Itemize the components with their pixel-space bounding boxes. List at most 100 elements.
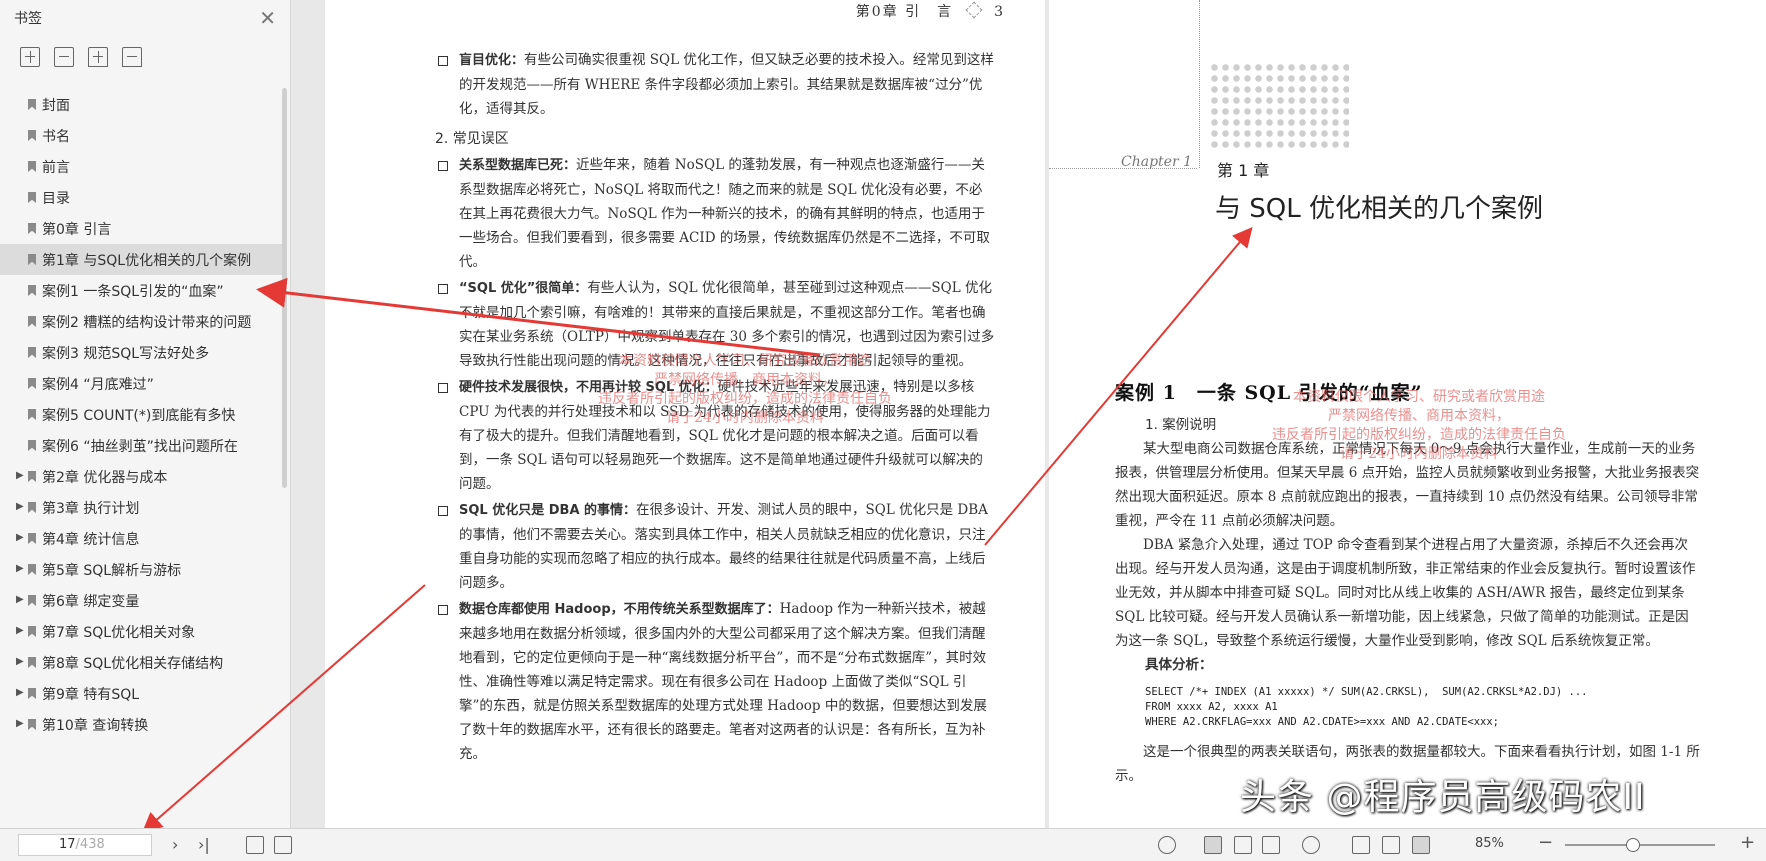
section-heading: 1. 案例说明 xyxy=(1145,417,1217,433)
chapter-title: 与 SQL 优化相关的几个案例 xyxy=(1215,194,1543,224)
bookmark-icon xyxy=(28,347,36,358)
section-heading: 2. 常见误区 xyxy=(435,131,509,147)
code-block: SELECT /*+ INDEX (A1 xxxxx) */ SUM(A2.CR… xyxy=(1145,686,1588,728)
sidebar-item[interactable]: 案例2 糟糕的结构设计带来的问题 xyxy=(0,306,282,337)
single-page-icon[interactable] xyxy=(1204,836,1222,854)
chapter-number: 第 1 章 xyxy=(1217,161,1270,180)
sidebar-item[interactable]: ▶ 第10章 查询转换 xyxy=(0,709,282,740)
sidebar-item-label: 第6章 绑定变量 xyxy=(42,593,140,610)
sidebar-item-label: 前言 xyxy=(42,159,70,176)
zoom-out-icon[interactable]: − xyxy=(1538,832,1553,853)
sidebar-item-label: 案例4 “月底难过” xyxy=(42,376,154,393)
list-item: 硬件技术发展很快，不用再计较 SQL 优化：硬件技术近些年来发展迅速，特别是以多… xyxy=(435,375,995,496)
back-icon[interactable] xyxy=(246,836,264,854)
sidebar-item[interactable]: 案例4 “月底难过” xyxy=(0,368,282,399)
item-heading: 盲目优化： xyxy=(459,53,525,68)
sidebar-item[interactable]: ▶ 第9章 特有SQL xyxy=(0,678,282,709)
bookmark-icon xyxy=(28,130,36,141)
expand-arrow-icon[interactable]: ▶ xyxy=(16,532,24,543)
expand-arrow-icon[interactable]: ▶ xyxy=(16,501,24,512)
zoom-slider-handle[interactable] xyxy=(1626,838,1640,852)
forward-icon[interactable] xyxy=(274,836,292,854)
bookmark-icon xyxy=(28,254,36,265)
paragraph: 某大型电商公司数据仓库系统，正常情况下每天 0～9 点会执行大量作业，生成前一天… xyxy=(1115,441,1700,529)
total-pages: /438 xyxy=(75,837,105,852)
sidebar-item[interactable]: 书名 xyxy=(0,120,282,151)
zoom-level[interactable]: 85% xyxy=(1475,836,1504,851)
status-bar: 17/438 › ›| 85% − + xyxy=(0,828,1766,861)
two-page-icon[interactable] xyxy=(1262,836,1280,854)
page-body: 1. 案例说明 某大型电商公司数据仓库系统，正常情况下每天 0～9 点会执行大量… xyxy=(1115,413,1700,788)
sidebar-item-label: 第8章 SQL优化相关存储结构 xyxy=(42,655,224,672)
bookmark-icon xyxy=(28,502,36,513)
expand-arrow-icon[interactable]: ▶ xyxy=(16,625,24,636)
sidebar-item-label: 第2章 优化器与成本 xyxy=(42,469,168,486)
bookmark-icon xyxy=(28,285,36,296)
current-page: 17 xyxy=(59,837,76,852)
continuous-icon[interactable] xyxy=(1234,836,1252,854)
sidebar-item[interactable]: ▶ 第3章 执行计划 xyxy=(0,492,282,523)
bookmark-icon xyxy=(28,161,36,172)
sidebar-item[interactable]: ▶ 第4章 统计信息 xyxy=(0,523,282,554)
bookmark-sidebar: 书签 ✕ 封面书名前言目录 第0章 引言 第1章 与SQL优化相关的几个案例 案例1 … xyxy=(0,0,291,828)
sidebar-item[interactable]: 目录 xyxy=(0,182,282,213)
sidebar-item-label: 封面 xyxy=(42,97,70,114)
sidebar-title: 书签 xyxy=(14,11,42,27)
sidebar-item[interactable]: ▶ 第8章 SQL优化相关存储结构 xyxy=(0,647,282,678)
sidebar-item[interactable]: 封面 xyxy=(0,89,282,120)
sidebar-item-label: 第10章 查询转换 xyxy=(42,717,149,734)
brand-watermark: 头条 @程序员高级码农II xyxy=(1240,777,1646,818)
sidebar-item[interactable]: 案例3 规范SQL写法好处多 xyxy=(0,337,282,368)
sidebar-item[interactable]: ▶ 第2章 优化器与成本 xyxy=(0,461,282,492)
expand-all-icon[interactable] xyxy=(20,47,40,67)
sidebar-item-label: 案例3 规范SQL写法好处多 xyxy=(42,345,210,362)
sidebar-item[interactable]: 第0章 引言 xyxy=(0,213,282,244)
sidebar-item[interactable]: 案例1 一条SQL引发的“血案” xyxy=(0,275,282,306)
fit-page-icon[interactable] xyxy=(1382,836,1400,854)
item-text: 有些公司确实很重视 SQL 优化工作，但又缺乏必要的技术投入。经常见到这样的开发… xyxy=(459,52,994,117)
play-icon[interactable] xyxy=(1302,836,1320,854)
sidebar-item[interactable]: ▶ 第5章 SQL解析与游标 xyxy=(0,554,282,585)
last-page-icon[interactable]: ›| xyxy=(198,835,210,854)
sidebar-item[interactable]: 第1章 与SQL优化相关的几个案例 xyxy=(0,244,282,275)
bookmark-icon xyxy=(28,626,36,637)
sidebar-header: 书签 ✕ xyxy=(0,0,290,36)
sidebar-item-label: 第5章 SQL解析与游标 xyxy=(42,562,182,579)
expand-arrow-icon[interactable]: ▶ xyxy=(16,470,24,481)
page-body: 盲目优化：有些公司确实很重视 SQL 优化工作，但又缺乏必要的技术投入。经常见到… xyxy=(435,48,995,768)
sidebar-item[interactable]: 前言 xyxy=(0,151,282,182)
fit-width-icon[interactable] xyxy=(1412,836,1430,854)
sidebar-item[interactable]: ▶ 第6章 绑定变量 xyxy=(0,585,282,616)
bookmark-toolbar xyxy=(0,36,290,78)
expand-arrow-icon[interactable]: ▶ xyxy=(16,718,24,729)
section-heading: 具体分析： xyxy=(1145,657,1213,673)
bookmark-icon[interactable] xyxy=(122,47,142,67)
sidebar-item-label: 第7章 SQL优化相关对象 xyxy=(42,624,196,641)
close-icon[interactable]: ✕ xyxy=(259,6,276,30)
sidebar-item[interactable]: ▶ 第7章 SQL优化相关对象 xyxy=(0,616,282,647)
sidebar-item-label: 第9章 特有SQL xyxy=(42,686,140,703)
expand-arrow-icon[interactable]: ▶ xyxy=(16,563,24,574)
zoom-in-icon[interactable]: + xyxy=(1740,832,1755,853)
page-number-input[interactable]: 17/438 xyxy=(18,834,152,856)
actual-size-icon[interactable] xyxy=(1352,836,1370,854)
bookmark-list: 封面书名前言目录 第0章 引言 第1章 与SQL优化相关的几个案例 案例1 一条SQL… xyxy=(0,89,282,740)
zoom-slider[interactable] xyxy=(1565,844,1715,846)
collapse-all-icon[interactable] xyxy=(54,47,74,67)
bookmark-icon xyxy=(28,440,36,451)
sidebar-item[interactable]: 案例5 COUNT(*)到底能有多快 xyxy=(0,399,282,430)
eye-icon[interactable] xyxy=(1158,836,1176,854)
add-bookmark-icon[interactable] xyxy=(88,47,108,67)
bookmark-icon xyxy=(28,99,36,110)
next-page-icon[interactable]: › xyxy=(172,835,178,854)
bookmark-icon xyxy=(28,657,36,668)
sidebar-item-label: 第4章 统计信息 xyxy=(42,531,140,548)
bookmark-icon xyxy=(28,409,36,420)
sidebar-scrollbar[interactable] xyxy=(282,88,287,488)
sidebar-item[interactable]: 案例6 “抽丝剥茧”找出问题所在 xyxy=(0,430,282,461)
expand-arrow-icon[interactable]: ▶ xyxy=(16,687,24,698)
expand-arrow-icon[interactable]: ▶ xyxy=(16,594,24,605)
sidebar-item-label: 书名 xyxy=(42,128,70,145)
document-page-right: Chapter 1 第 1 章 与 SQL 优化相关的几个案例 案例 1 一条 … xyxy=(1049,0,1766,828)
expand-arrow-icon[interactable]: ▶ xyxy=(16,656,24,667)
